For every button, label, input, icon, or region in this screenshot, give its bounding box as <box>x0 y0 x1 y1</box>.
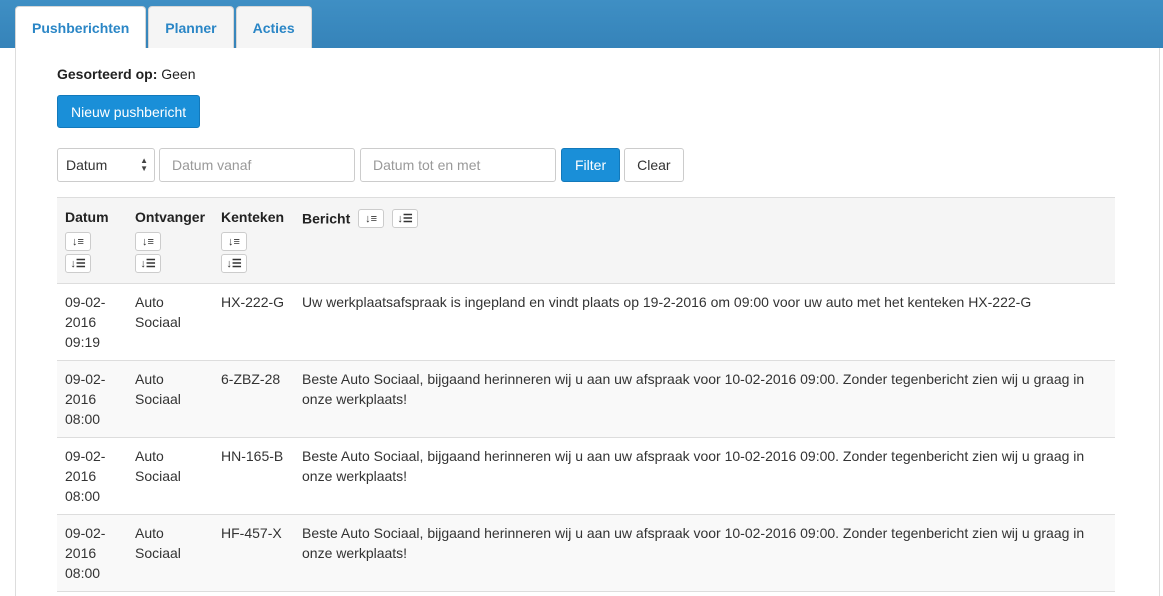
header-datum: Datum ↓≡ ↓☰ <box>57 197 127 284</box>
cell-date: 09-02-2016 08:00 <box>57 437 127 515</box>
filter-field-value: Datum <box>66 157 108 173</box>
cell-plate: HX-222-G <box>213 283 295 361</box>
sort-asc-icon[interactable]: ↓≡ <box>65 232 91 251</box>
cell-recipient: Auto Sociaal <box>127 514 214 592</box>
header-ontvanger: Ontvanger ↓≡ ↓☰ <box>127 197 214 284</box>
sort-asc-icon[interactable]: ↓≡ <box>221 232 248 251</box>
cell-message: Beste Auto Sociaal, bijgaand herinneren … <box>294 360 1115 438</box>
table-header-row: Datum ↓≡ ↓☰ Ontvanger ↓≡ ↓☰ Kenteken ↓≡ … <box>57 197 1115 284</box>
sort-desc-icon[interactable]: ↓☰ <box>65 254 91 273</box>
pushmessages-table: Datum ↓≡ ↓☰ Ontvanger ↓≡ ↓☰ Kenteken ↓≡ … <box>57 197 1115 592</box>
select-arrows-icon: ▲ ▼ <box>140 156 148 173</box>
header-bericht-label: Bericht <box>302 210 351 227</box>
content-panel: Gesorteerd op: Geen Nieuw pushbericht Da… <box>15 48 1160 596</box>
sort-asc-icon[interactable]: ↓≡ <box>358 209 385 228</box>
table-row: 09-02-2016 09:19 Auto Sociaal HX-222-G U… <box>57 283 1115 361</box>
clear-button[interactable]: Clear <box>624 148 684 182</box>
cell-message: Uw werkplaatsafspraak is ingepland en vi… <box>294 283 1115 361</box>
cell-plate: 6-ZBZ-28 <box>213 360 295 438</box>
sort-status-label: Gesorteerd op: <box>57 66 158 82</box>
date-to-input[interactable] <box>360 148 556 182</box>
cell-date: 09-02-2016 08:00 <box>57 360 127 438</box>
sort-desc-icon[interactable]: ↓☰ <box>392 209 419 228</box>
header-kenteken-label: Kenteken <box>221 209 285 225</box>
cell-date: 09-02-2016 09:19 <box>57 283 127 361</box>
sort-desc-icon[interactable]: ↓☰ <box>135 254 161 273</box>
cell-date: 09-02-2016 08:00 <box>57 514 127 592</box>
cell-recipient: Auto Sociaal <box>127 437 214 515</box>
cell-message: Beste Auto Sociaal, bijgaand herinneren … <box>294 514 1115 592</box>
top-navbar: Pushberichten Planner Acties <box>0 0 1163 49</box>
filter-button[interactable]: Filter <box>561 148 621 182</box>
sort-status: Gesorteerd op: Geen <box>57 66 196 82</box>
header-kenteken: Kenteken ↓≡ ↓☰ <box>213 197 295 284</box>
table-row: 09-02-2016 08:00 Auto Sociaal HN-165-B B… <box>57 437 1115 515</box>
cell-recipient: Auto Sociaal <box>127 283 214 361</box>
sort-status-value: Geen <box>161 66 196 82</box>
cell-message: Beste Auto Sociaal, bijgaand herinneren … <box>294 437 1115 515</box>
cell-plate: HF-457-X <box>213 514 295 592</box>
new-pushmessage-button[interactable]: Nieuw pushbericht <box>57 95 201 128</box>
table-row: 09-02-2016 08:00 Auto Sociaal 6-ZBZ-28 B… <box>57 360 1115 438</box>
table-row: 09-02-2016 08:00 Auto Sociaal HF-457-X B… <box>57 514 1115 592</box>
tab-planner[interactable]: Planner <box>148 6 234 48</box>
sort-asc-icon[interactable]: ↓≡ <box>135 232 161 251</box>
sort-desc-icon[interactable]: ↓☰ <box>221 254 248 273</box>
header-bericht: Bericht ↓≡ ↓☰ <box>294 197 1115 284</box>
tab-pushberichten[interactable]: Pushberichten <box>15 6 147 49</box>
tab-bar: Pushberichten Planner Acties <box>15 6 314 49</box>
cell-plate: HN-165-B <box>213 437 295 515</box>
header-ontvanger-label: Ontvanger <box>135 209 206 225</box>
header-datum-label: Datum <box>65 209 109 225</box>
tab-acties[interactable]: Acties <box>235 6 312 48</box>
date-from-input[interactable] <box>159 148 355 182</box>
filter-field-select[interactable]: Datum ▲ ▼ <box>57 148 155 182</box>
filter-bar: Datum ▲▼ Filter Clear <box>57 148 684 182</box>
cell-recipient: Auto Sociaal <box>127 360 214 438</box>
